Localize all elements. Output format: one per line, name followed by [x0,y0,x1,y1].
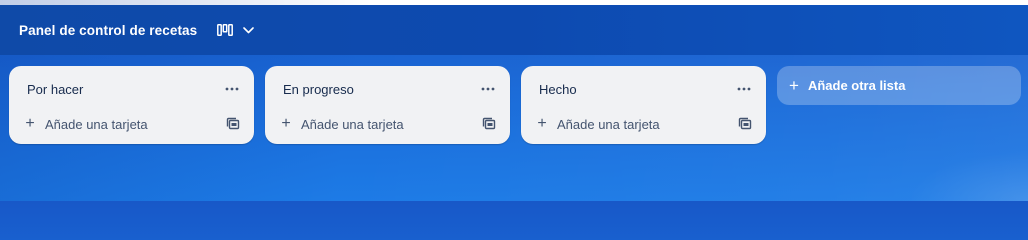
more-horizontal-icon [737,78,751,96]
background-decoration [908,151,1028,201]
list-title[interactable]: Por hacer [27,82,83,97]
board-title[interactable]: Panel de control de recetas [19,23,197,38]
list-menu-button[interactable] [220,78,244,96]
board-view-icon [217,24,234,36]
add-list-label: Añade otra lista [807,78,906,93]
lists-container: Por hacer + Añade una tarjeta En progres… [9,66,1021,144]
add-card-button[interactable]: + Añade una tarjeta [279,114,404,134]
list-title[interactable]: En progreso [283,82,354,97]
list-en-progreso: En progreso + Añade una tarjeta [265,66,510,144]
list-title[interactable]: Hecho [539,82,577,97]
add-card-label: Añade una tarjeta [557,116,660,132]
add-card-label: Añade una tarjeta [45,116,148,132]
more-horizontal-icon [225,78,239,96]
list-menu-button[interactable] [476,78,500,96]
more-horizontal-icon [481,78,495,96]
view-switcher-button[interactable] [213,16,258,44]
add-list-button[interactable]: + Añade otra lista [777,66,1021,105]
create-from-template-icon[interactable] [482,117,496,131]
plus-icon: + [25,115,35,132]
chevron-down-icon [243,26,255,34]
list-por-hacer: Por hacer + Añade una tarjeta [9,66,254,144]
add-card-label: Añade una tarjeta [301,116,404,132]
create-from-template-icon[interactable] [226,117,240,131]
list-menu-button[interactable] [732,78,756,96]
create-from-template-icon[interactable] [738,117,752,131]
board-header: Panel de control de recetas [0,5,1028,55]
add-card-button[interactable]: + Añade una tarjeta [535,114,660,134]
plus-icon: + [789,76,799,95]
add-card-button[interactable]: + Añade una tarjeta [23,114,148,134]
plus-icon: + [537,115,547,132]
plus-icon: + [281,115,291,132]
list-hecho: Hecho + Añade una tarjeta [521,66,766,144]
